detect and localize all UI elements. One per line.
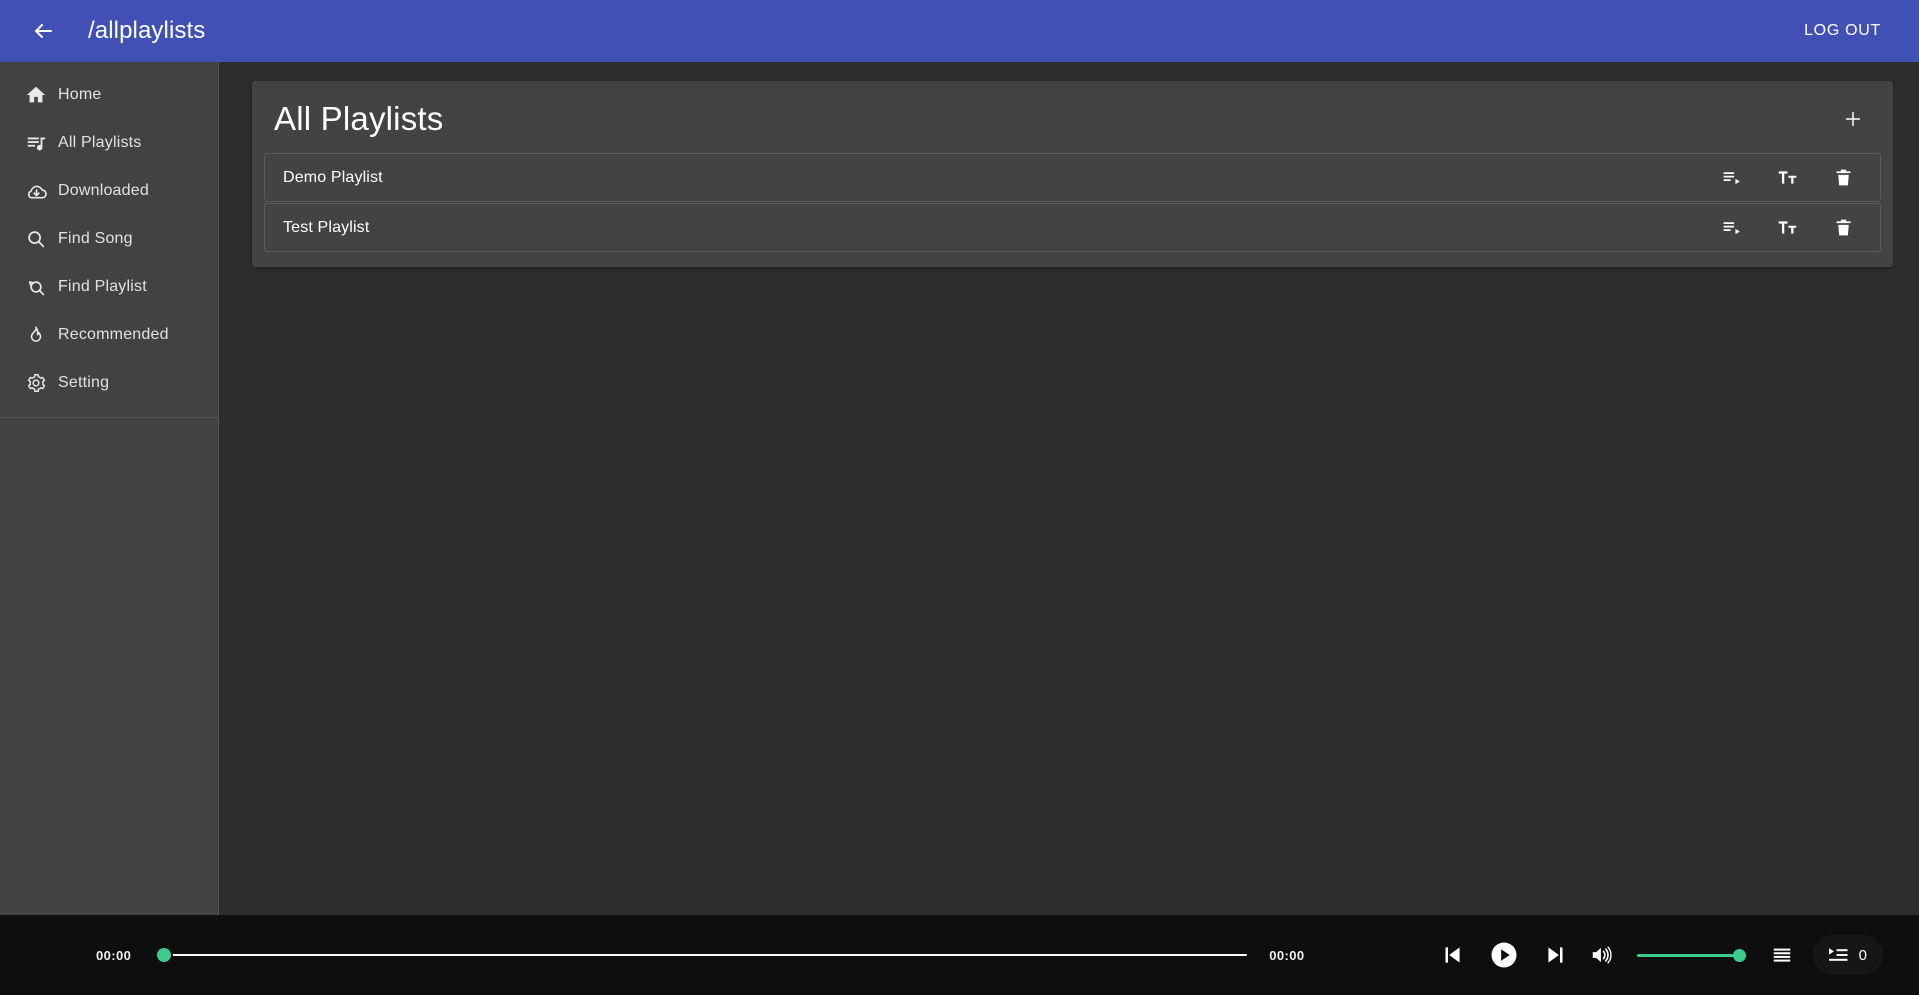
delete-playlist-button[interactable]	[1820, 158, 1866, 198]
add-playlist-button[interactable]	[1833, 99, 1873, 139]
sidebar-item-recommended[interactable]: Recommended	[0, 311, 218, 359]
sidebar: Home All Playlists Downloaded Find Song …	[0, 62, 219, 915]
sidebar-item-label: Recommended	[58, 326, 169, 343]
playlist-row[interactable]: Demo Playlist	[264, 153, 1881, 202]
delete-playlist-button[interactable]	[1820, 208, 1866, 248]
equalizer-button[interactable]	[1759, 932, 1805, 978]
sidebar-item-label: Setting	[58, 374, 110, 391]
sidebar-item-label: Find Playlist	[58, 278, 147, 295]
back-button[interactable]	[22, 10, 64, 52]
gear-icon	[14, 372, 58, 394]
play-button[interactable]	[1481, 932, 1527, 978]
flame-icon	[14, 324, 58, 346]
cloud-download-icon	[14, 180, 58, 203]
playlist-name: Demo Playlist	[283, 168, 383, 186]
card-title: All Playlists	[274, 100, 444, 137]
search-playlist-icon	[14, 276, 58, 298]
playlist-row[interactable]: Test Playlist	[264, 203, 1881, 252]
arrow-back-icon	[31, 19, 55, 43]
volume-track	[1636, 953, 1745, 957]
current-time-label: 00:00	[96, 947, 132, 963]
page-title: /allplaylists	[88, 17, 206, 44]
trash-icon	[1833, 167, 1854, 188]
all-playlists-card: All Playlists Demo Playlist Test Playlis…	[252, 81, 1893, 267]
rename-text-icon	[1777, 217, 1798, 238]
sidebar-item-label: Find Song	[58, 230, 133, 247]
rename-playlist-button[interactable]	[1764, 208, 1810, 248]
sidebar-item-setting[interactable]: Setting	[0, 359, 218, 407]
queue-count: 0	[1858, 946, 1867, 964]
card-header: All Playlists	[252, 81, 1893, 153]
queue-icon	[1826, 943, 1850, 967]
volume-up-icon	[1589, 942, 1615, 968]
player-controls: 0	[1429, 932, 1883, 978]
skip-previous-icon	[1439, 942, 1465, 968]
skip-next-icon	[1543, 942, 1569, 968]
sidebar-item-label: Downloaded	[58, 182, 149, 199]
previous-track-button[interactable]	[1429, 932, 1475, 978]
home-icon	[14, 84, 58, 106]
playlist-play-icon	[1721, 167, 1742, 188]
sidebar-item-downloaded[interactable]: Downloaded	[0, 167, 218, 215]
logout-button[interactable]: LOG OUT	[1788, 12, 1897, 50]
trash-icon	[1833, 217, 1854, 238]
sidebar-divider	[0, 417, 218, 418]
main-content: All Playlists Demo Playlist Test Playlis…	[219, 62, 1919, 915]
volume-slider[interactable]	[1636, 945, 1746, 965]
next-track-button[interactable]	[1533, 932, 1579, 978]
sidebar-item-label: Home	[58, 86, 102, 103]
sidebar-item-find-song[interactable]: Find Song	[0, 215, 218, 263]
rename-playlist-button[interactable]	[1764, 158, 1810, 198]
sidebar-nav-list: Home All Playlists Downloaded Find Song …	[0, 62, 218, 418]
queue-button[interactable]: 0	[1812, 935, 1883, 975]
app-root: /allplaylists LOG OUT Home All Playlists…	[0, 0, 1919, 995]
seek-track	[157, 954, 1248, 956]
equalizer-icon	[1771, 944, 1793, 966]
play-playlist-button[interactable]	[1708, 158, 1754, 198]
plus-icon	[1842, 108, 1864, 130]
seek-slider[interactable]	[157, 944, 1248, 966]
volume-thumb[interactable]	[1732, 948, 1746, 962]
sidebar-item-find-playlist[interactable]: Find Playlist	[0, 263, 218, 311]
play-playlist-button[interactable]	[1708, 208, 1754, 248]
volume-button[interactable]	[1579, 932, 1625, 978]
search-icon	[14, 228, 58, 250]
rename-text-icon	[1777, 167, 1798, 188]
sidebar-item-all-playlists[interactable]: All Playlists	[0, 119, 218, 167]
sidebar-item-home[interactable]: Home	[0, 71, 218, 119]
play-icon	[1489, 940, 1519, 970]
playlist-name: Test Playlist	[283, 218, 370, 236]
playlist-play-icon	[1721, 217, 1742, 238]
sidebar-item-label: All Playlists	[58, 134, 142, 151]
playlist-list: Demo Playlist Test Playlist	[252, 153, 1893, 267]
total-time-label: 00:00	[1269, 947, 1305, 963]
seek-thumb[interactable]	[157, 948, 172, 962]
queue-music-icon	[14, 132, 58, 154]
top-app-bar: /allplaylists LOG OUT	[0, 0, 1919, 62]
player-bar: 00:00 00:00 0	[0, 915, 1919, 995]
